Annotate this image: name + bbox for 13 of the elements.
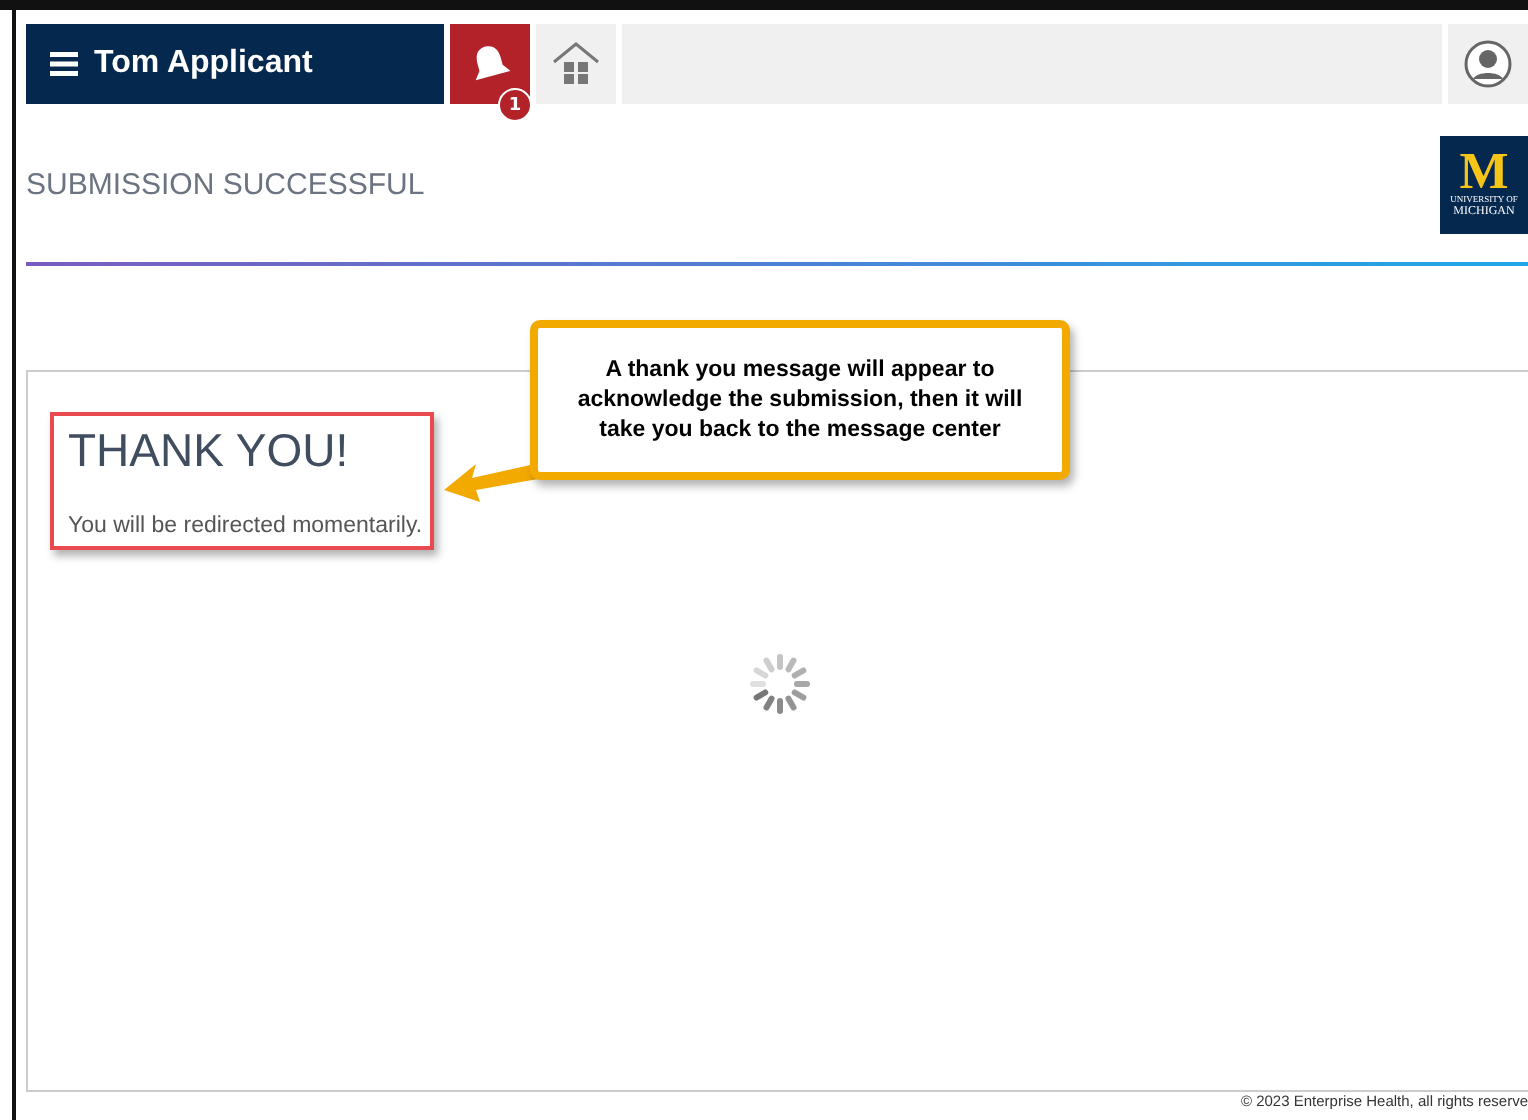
thank-you-heading: THANK YOU!: [68, 424, 351, 479]
loading-spinner-icon: [746, 650, 814, 719]
home-button[interactable]: [536, 24, 616, 104]
redirect-message: You will be redirected momentarily.: [68, 514, 423, 539]
home-icon: [550, 40, 602, 88]
user-name: Tom Applicant: [94, 46, 313, 82]
menu-icon: [50, 52, 78, 76]
profile-button[interactable]: [1448, 24, 1528, 104]
avatar-icon: [1464, 40, 1512, 88]
callout-text: A thank you message will appear to acknowledge the submission, then it will take you back to the message center: [575, 355, 1025, 445]
user-menu-bar[interactable]: Tom Applicant: [26, 24, 444, 104]
page-title: SUBMISSION SUCCESSFUL: [26, 167, 425, 202]
notification-count: 1: [498, 88, 532, 122]
